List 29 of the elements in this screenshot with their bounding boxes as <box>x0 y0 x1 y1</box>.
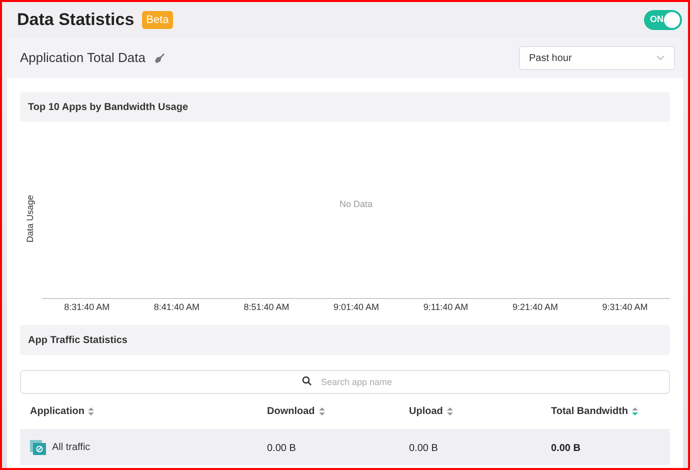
search-icon <box>302 376 312 386</box>
table-cell: 0.00 B <box>409 443 438 454</box>
broom-icon[interactable] <box>154 52 165 64</box>
chevron-down-icon <box>656 55 665 61</box>
section-header: App Traffic Statistics <box>20 325 670 355</box>
app-folder-icon <box>30 440 46 454</box>
axis-tick-label: 9:21:40 AM <box>512 300 558 314</box>
y-axis-label: Data Usage <box>24 195 36 243</box>
card-title: Application Total Data <box>20 49 146 68</box>
page-title: Data Statistics <box>17 9 134 32</box>
column-header[interactable]: Total Bandwidth <box>551 404 638 418</box>
search-field[interactable]: Search app name <box>20 370 670 394</box>
axis-tick-label: 9:11:40 AM <box>423 300 468 314</box>
time-range-select[interactable]: Past hour <box>519 46 675 70</box>
no-data-text: No Data <box>339 198 373 212</box>
table-cell: 0.00 B <box>551 443 580 454</box>
axis-tick-label: 9:31:40 AM <box>602 300 648 314</box>
table-cell-text: All traffic <box>52 440 90 454</box>
table-cell: 0.00 B <box>267 443 296 454</box>
column-header[interactable]: Upload <box>409 404 453 418</box>
table-row[interactable]: All traffic 0.00 B 0.00 B 0.00 B <box>20 429 670 465</box>
axis-tick-label: 8:31:40 AM <box>64 300 110 314</box>
axis-tick-label: 8:41:40 AM <box>154 300 200 314</box>
column-header[interactable]: Download <box>267 404 325 418</box>
axis-tick-label: 9:01:40 AM <box>334 300 380 314</box>
section-header: Top 10 Apps by Bandwidth Usage <box>20 92 670 122</box>
beta-badge: Beta <box>142 10 173 30</box>
axis-tick-label: 8:51:40 AM <box>244 300 290 314</box>
column-header[interactable]: Application <box>30 404 94 418</box>
